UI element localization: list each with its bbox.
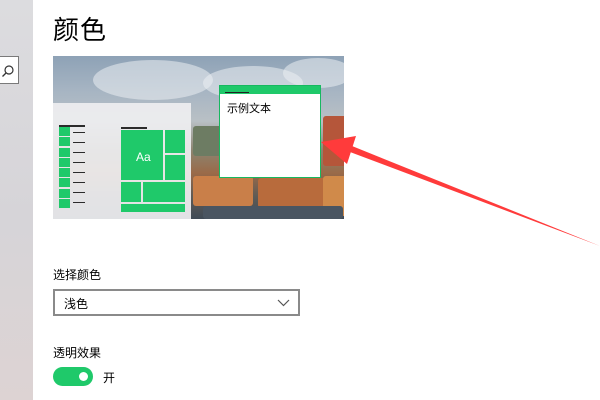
red-arrow-annotation bbox=[321, 136, 600, 246]
